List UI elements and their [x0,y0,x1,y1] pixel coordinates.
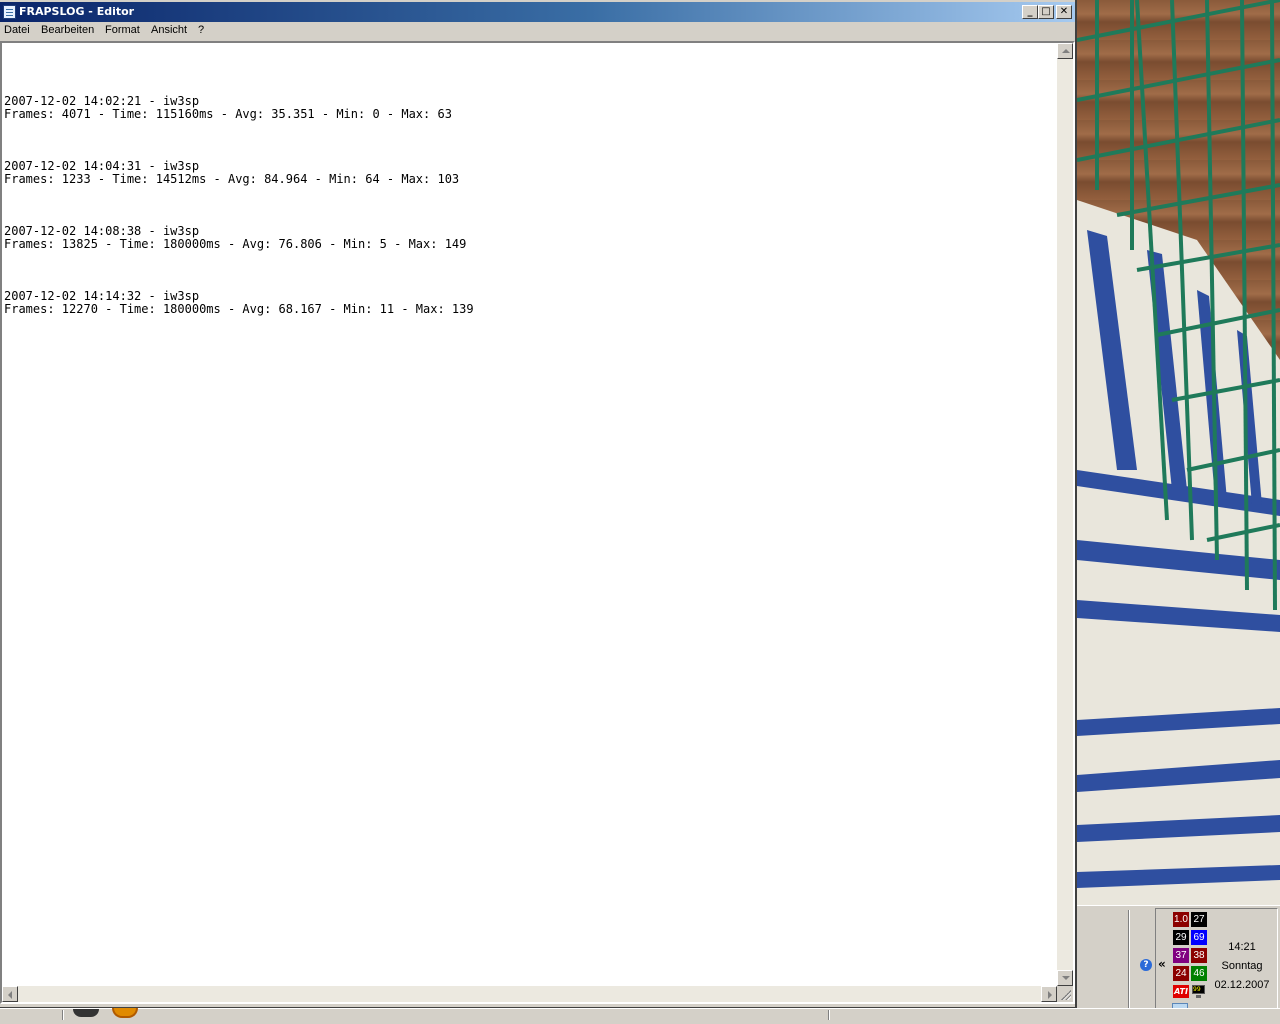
log-entry: 2007-12-02 14:14:32 - iw3sp Frames: 12270… [4,290,474,316]
scroll-right-button[interactable] [1041,986,1057,1002]
scroll-down-button[interactable] [1057,970,1073,986]
monitor-tray-icon[interactable]: 99 [1191,984,1207,998]
minimize-button[interactable]: _ [1022,5,1038,19]
resize-grip[interactable] [1057,986,1073,1002]
horizontal-scrollbar[interactable] [2,986,1057,1002]
vertical-scrollbar[interactable] [1057,43,1073,986]
clock-date: 02.12.2007 [1214,979,1270,991]
window-title: FRAPSLOG - Editor [19,5,135,18]
menu-datei[interactable]: Datei [4,24,30,36]
log-stats: Frames: 12270 - Time: 180000ms - Avg: 68… [4,302,474,316]
monitor-badge: 99 [1192,985,1205,994]
taskbar-bottom-edge [0,1008,1280,1024]
text-editor[interactable]: 2007-12-02 14:02:21 - iw3sp Frames: 4071 … [0,41,1075,1004]
arrow-down-icon [1062,976,1070,980]
desktop-wallpaper [1077,0,1280,905]
log-stats: Frames: 4071 - Time: 115160ms - Avg: 35.… [4,107,452,121]
help-icon[interactable]: ? [1140,959,1152,971]
monitor-stand [1196,995,1201,998]
maximize-button[interactable]: □ [1038,5,1054,19]
menu-format[interactable]: Format [105,24,140,36]
close-button[interactable]: ✕ [1056,5,1072,19]
log-stats: Frames: 13825 - Time: 180000ms - Avg: 76… [4,237,467,251]
notepad-window: FRAPSLOG - Editor _ □ ✕ Datei Bearbeiten… [0,0,1077,1008]
ati-tray-icon[interactable]: ATI [1173,985,1189,998]
clock-time: 14:21 [1228,941,1256,953]
arrow-up-icon [1062,49,1070,53]
log-entry: 2007-12-02 14:08:38 - iw3sp Frames: 13825… [4,225,474,251]
menu-bearbeiten[interactable]: Bearbeiten [41,24,94,36]
menu-bar: Datei Bearbeiten Format Ansicht ? [0,22,1075,41]
notepad-icon[interactable] [3,5,16,19]
arrow-right-icon [1048,991,1052,999]
taskbar-separator [1128,910,1130,1020]
scroll-left-button[interactable] [2,986,18,1002]
clock-day: Sonntag [1221,960,1263,972]
document-text[interactable]: 2007-12-02 14:02:21 - iw3sp Frames: 4071 … [4,69,474,355]
quicklaunch-icon[interactable] [73,1009,99,1017]
log-entry: 2007-12-02 14:04:31 - iw3sp Frames: 1233 … [4,160,474,186]
tray-monitor-value[interactable]: 46 [1191,966,1207,981]
taskbar-clock[interactable]: 14:21 Sonntag 02.12.2007 [1210,938,1274,995]
tray-monitor-value[interactable]: 27 [1191,912,1207,927]
taskbar-separator [828,1010,830,1020]
menu-ansicht[interactable]: Ansicht [151,24,187,36]
tray-monitor-value[interactable]: 69 [1191,930,1207,945]
title-bar[interactable]: FRAPSLOG - Editor _ □ ✕ [0,2,1075,22]
tray-monitor-value[interactable]: 38 [1191,948,1207,963]
arrow-left-icon [8,991,12,999]
tray-monitor-value[interactable]: 37 [1173,948,1189,963]
scroll-up-button[interactable] [1057,43,1073,59]
tray-monitor-value[interactable]: 24 [1173,966,1189,981]
wallpaper-photo [1077,0,1280,905]
log-entry: 2007-12-02 14:02:21 - iw3sp Frames: 4071 … [4,95,474,121]
menu-help[interactable]: ? [198,24,204,36]
log-stats: Frames: 1233 - Time: 14512ms - Avg: 84.9… [4,172,460,186]
taskbar-separator [62,1010,64,1020]
tray-monitor-value[interactable]: 1.0 [1173,912,1189,927]
tray-monitor-value[interactable]: 29 [1173,930,1189,945]
